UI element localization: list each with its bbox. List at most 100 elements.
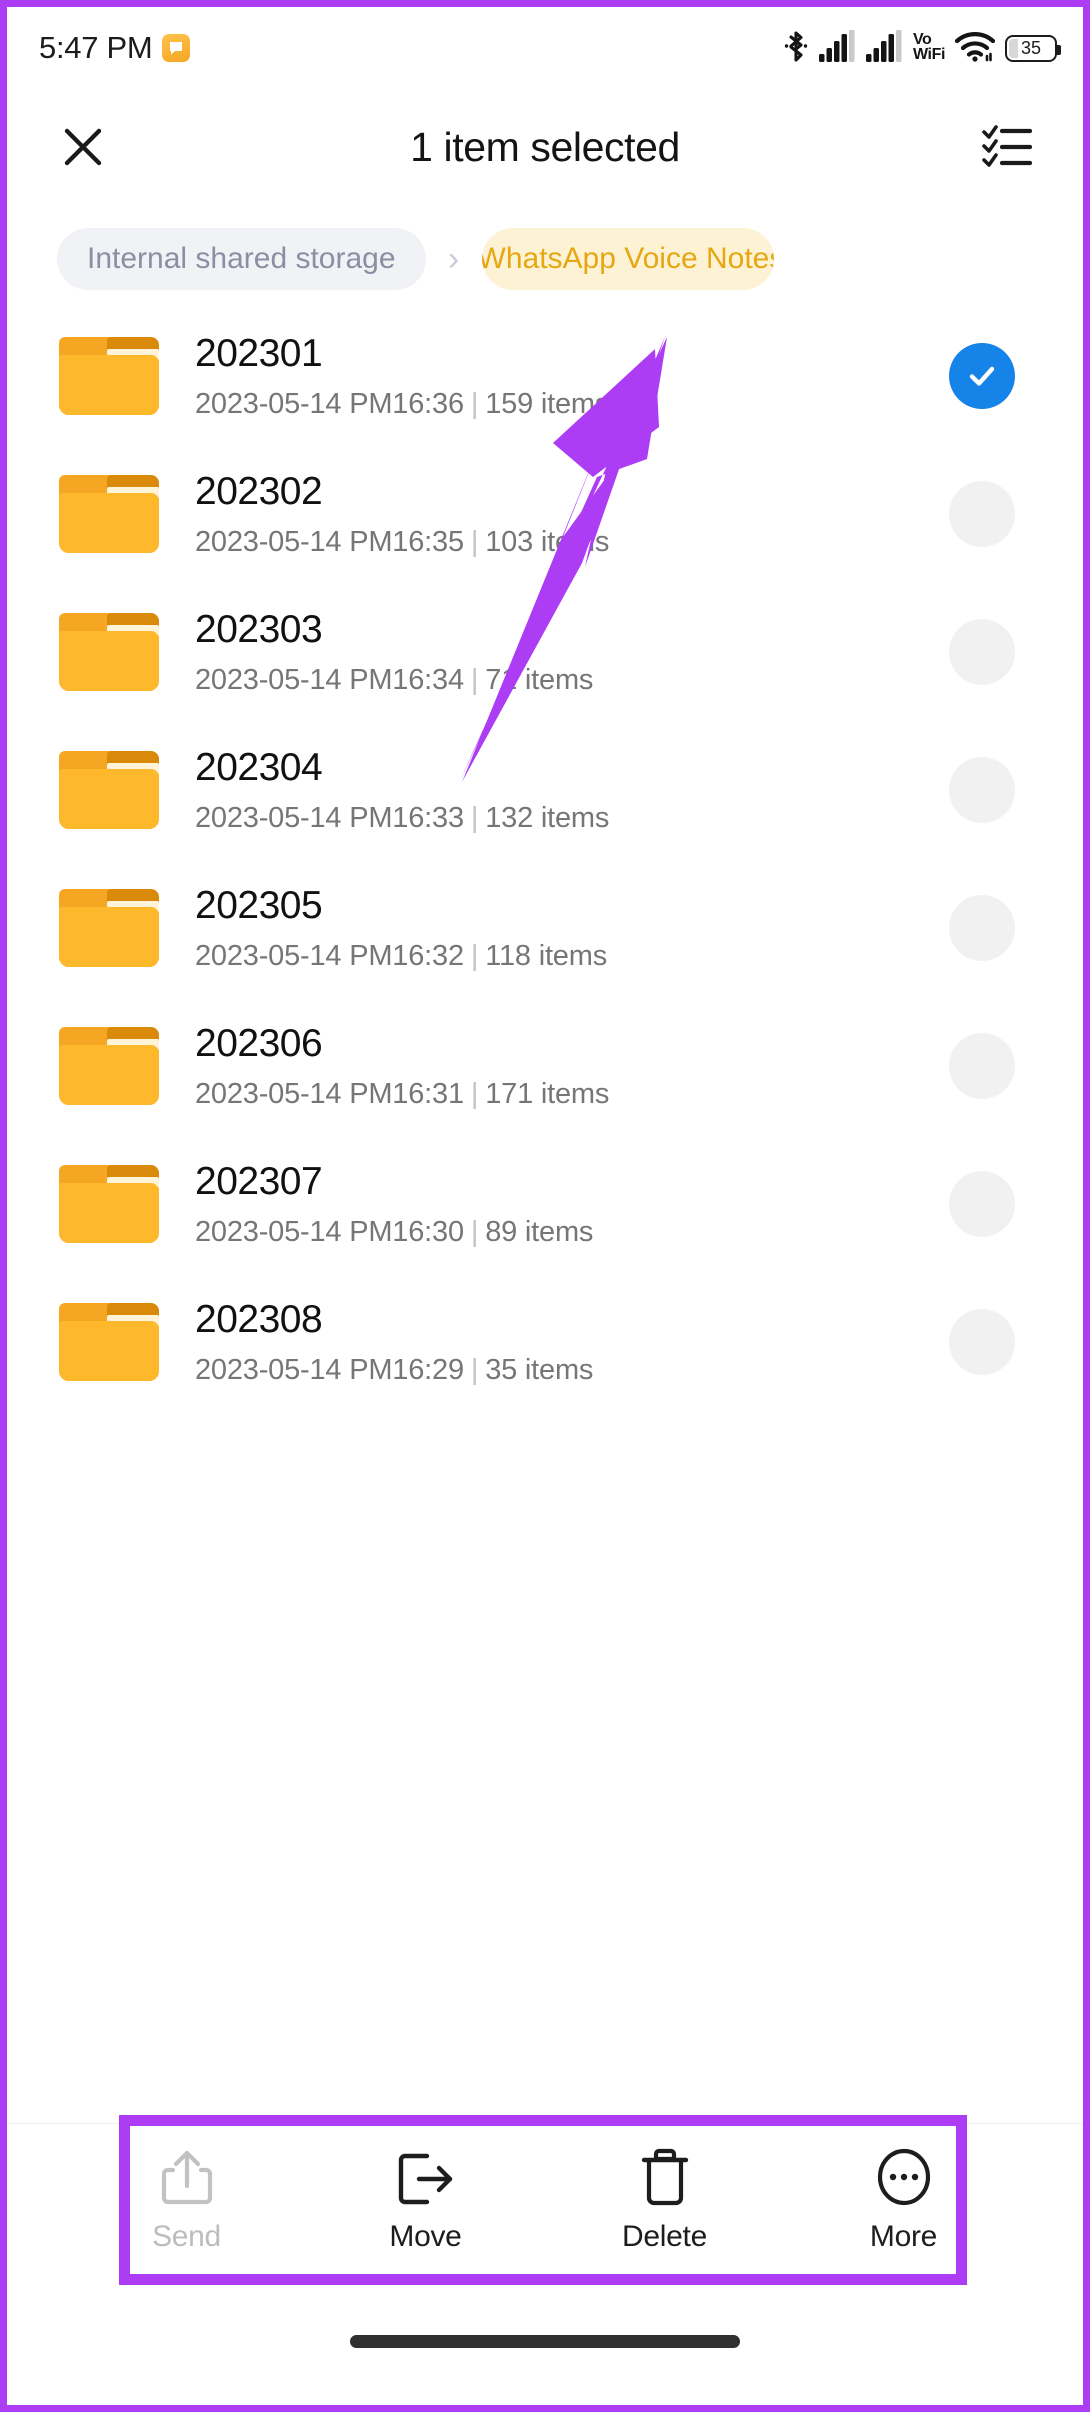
checkbox-unchecked[interactable] [949, 1171, 1015, 1237]
folder-icon [59, 1303, 159, 1381]
message-icon [162, 34, 191, 62]
breadcrumb: Internal shared storage › WhatsApp Voice… [7, 219, 1083, 299]
file-meta: 2023-05-14 PM16:32 | 118 items [195, 940, 607, 973]
check-icon [969, 366, 995, 386]
checkbox-unchecked[interactable] [949, 895, 1015, 961]
status-bar-right: Vo WiFi 35 [782, 29, 1061, 68]
file-name: 202304 [195, 745, 323, 789]
meta-separator: | [470, 801, 479, 834]
file-row[interactable]: 202306 2023-05-14 PM16:31 | 171 items [7, 997, 1083, 1135]
file-row[interactable]: 202304 2023-05-14 PM16:33 | 132 items [7, 721, 1083, 859]
file-row-text: 202302 2023-05-14 PM16:35 | 103 items [195, 470, 609, 559]
folder-icon [59, 1165, 159, 1243]
folder-icon [59, 337, 159, 415]
file-row[interactable]: 202301 2023-05-14 PM16:36 | 159 items [7, 307, 1083, 445]
file-date: 2023-05-14 PM16:30 [195, 1215, 464, 1248]
file-count: 103 items [485, 525, 610, 558]
file-meta: 2023-05-14 PM16:30 | 89 items [195, 1216, 593, 1249]
file-row[interactable]: 202305 2023-05-14 PM16:32 | 118 items [7, 859, 1083, 997]
meta-separator: | [470, 1353, 479, 1386]
file-date: 2023-05-14 PM16:36 [195, 387, 464, 420]
breadcrumb-current-label: WhatsApp Voice Notes [481, 242, 774, 275]
action-more-button[interactable]: More [829, 2148, 979, 2254]
status-bar: 5:47 PM Vo WiFi 35 [7, 7, 1083, 89]
file-count: 132 items [485, 801, 610, 834]
file-meta: 2023-05-14 PM16:33 | 132 items [195, 802, 609, 835]
page-title: 1 item selected [410, 123, 680, 170]
nav-pill[interactable] [350, 2334, 740, 2348]
file-date: 2023-05-14 PM16:33 [195, 801, 464, 834]
wifi-icon [954, 30, 996, 67]
file-name: 202308 [195, 1297, 323, 1341]
meta-separator: | [470, 1077, 479, 1110]
file-date: 2023-05-14 PM16:32 [195, 939, 464, 972]
checkbox-unchecked[interactable] [949, 1033, 1015, 1099]
file-meta: 2023-05-14 PM16:29 | 35 items [195, 1354, 593, 1387]
file-list: 202301 2023-05-14 PM16:36 | 159 items 202302… [7, 307, 1083, 1411]
file-row[interactable]: 202302 2023-05-14 PM16:35 | 103 items [7, 445, 1083, 583]
file-meta: 2023-05-14 PM16:31 | 171 items [195, 1078, 609, 1111]
checkbox-unchecked[interactable] [949, 619, 1015, 685]
action-delete-button[interactable]: Delete [590, 2148, 740, 2254]
file-date: 2023-05-14 PM16:31 [195, 1077, 464, 1110]
file-count: 35 items [485, 1353, 594, 1386]
folder-icon [59, 751, 159, 829]
breadcrumb-item-current[interactable]: WhatsApp Voice Notes [481, 228, 774, 290]
battery-icon: 35 [1005, 34, 1061, 62]
more-circle-icon [876, 2148, 932, 2206]
file-name: 202306 [195, 1021, 323, 1065]
file-name: 202307 [195, 1159, 323, 1203]
checkbox-checked[interactable] [949, 343, 1015, 409]
checklist-icon[interactable] [973, 113, 1041, 181]
file-date: 2023-05-14 PM16:29 [195, 1353, 464, 1386]
breadcrumb-item-root[interactable]: Internal shared storage [57, 228, 426, 290]
file-date: 2023-05-14 PM16:35 [195, 525, 464, 558]
battery-fill [1009, 38, 1018, 58]
action-send-button: Send [112, 2148, 262, 2254]
folder-icon [59, 1027, 159, 1105]
file-name: 202305 [195, 883, 323, 927]
checkbox-unchecked[interactable] [949, 1309, 1015, 1375]
meta-separator: | [470, 663, 479, 696]
action-label: Delete [622, 2219, 707, 2253]
file-row[interactable]: 202307 2023-05-14 PM16:30 | 89 items [7, 1135, 1083, 1273]
status-clock: 5:47 PM [39, 30, 153, 65]
gesture-nav-bar [7, 2277, 1083, 2405]
file-count: 89 items [485, 1215, 594, 1248]
file-row[interactable]: 202308 2023-05-14 PM16:29 | 35 items [7, 1273, 1083, 1411]
action-move-button[interactable]: Move [351, 2148, 501, 2254]
folder-icon [59, 889, 159, 967]
phone-screen: 5:47 PM Vo WiFi 35 1 item selected Inter… [0, 0, 1090, 2412]
trash-icon [640, 2148, 690, 2206]
file-name: 202302 [195, 469, 323, 513]
signal-bars-sim2-icon [865, 29, 904, 67]
file-row-text: 202301 2023-05-14 PM16:36 | 159 items [195, 332, 609, 421]
folder-icon [59, 475, 159, 553]
file-row-text: 202304 2023-05-14 PM16:33 | 132 items [195, 746, 609, 835]
file-row-text: 202308 2023-05-14 PM16:29 | 35 items [195, 1298, 593, 1387]
meta-separator: | [470, 939, 479, 972]
checkbox-unchecked[interactable] [949, 481, 1015, 547]
bluetooth-icon [782, 29, 810, 68]
file-row-text: 202305 2023-05-14 PM16:32 | 118 items [195, 884, 607, 973]
share-icon [160, 2148, 214, 2206]
file-count: 118 items [485, 939, 607, 972]
action-label: More [869, 2219, 938, 2253]
file-date: 2023-05-14 PM16:34 [195, 663, 464, 696]
file-row[interactable]: 202303 2023-05-14 PM16:34 | 71 items [7, 583, 1083, 721]
status-bar-left: 5:47 PM [39, 30, 191, 66]
app-bar: 1 item selected [7, 89, 1083, 205]
vowifi-icon: Vo WiFi [912, 31, 945, 63]
file-row-text: 202303 2023-05-14 PM16:34 | 71 items [195, 608, 593, 697]
checkbox-unchecked[interactable] [949, 757, 1015, 823]
file-count: 71 items [485, 663, 594, 696]
file-row-text: 202307 2023-05-14 PM16:30 | 89 items [195, 1160, 593, 1249]
file-meta: 2023-05-14 PM16:35 | 103 items [195, 526, 609, 559]
file-meta: 2023-05-14 PM16:36 | 159 items [195, 388, 609, 421]
file-name: 202301 [195, 331, 323, 375]
meta-separator: | [470, 525, 479, 558]
meta-separator: | [470, 387, 479, 420]
battery-level: 35 [1020, 37, 1042, 58]
file-row-text: 202306 2023-05-14 PM16:31 | 171 items [195, 1022, 609, 1111]
file-meta: 2023-05-14 PM16:34 | 71 items [195, 664, 593, 697]
